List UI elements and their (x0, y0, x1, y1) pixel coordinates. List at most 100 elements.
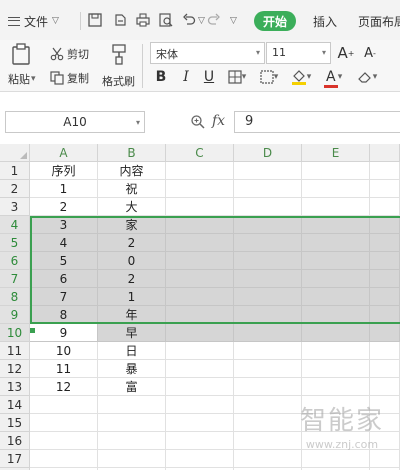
row-header-12[interactable]: 12 (0, 360, 30, 378)
cell-b6[interactable]: 0 (98, 252, 166, 270)
cell-b4[interactable]: 家 (98, 216, 166, 234)
column-header-b[interactable]: B (98, 144, 166, 162)
cell-f4[interactable] (370, 216, 400, 234)
cell-b1[interactable]: 内容 (98, 162, 166, 180)
tab-start[interactable]: 开始 (254, 11, 296, 31)
cell-e9[interactable] (302, 306, 370, 324)
cell-d5[interactable] (234, 234, 302, 252)
row-header-5[interactable]: 5 (0, 234, 30, 252)
font-color-button[interactable]: A ▾ (320, 67, 346, 88)
cell-c7[interactable] (166, 270, 234, 288)
font-name-select[interactable]: 宋体 ▾ (150, 42, 265, 64)
underline-button[interactable]: U (201, 67, 217, 87)
cell-a2[interactable]: 1 (30, 180, 98, 198)
zoom-icon[interactable] (190, 114, 206, 130)
cell-c4[interactable] (166, 216, 234, 234)
clear-format-button[interactable]: ▾ (354, 67, 380, 87)
fill-style-button[interactable]: ▾ (256, 67, 282, 87)
increase-font-size-button[interactable]: A + (338, 43, 355, 63)
row-header-13[interactable]: 13 (0, 378, 30, 396)
paste-button[interactable] (10, 43, 32, 65)
fill-handle[interactable] (30, 328, 35, 333)
row-header-4[interactable]: 4 (0, 216, 30, 234)
cell-b7[interactable]: 2 (98, 270, 166, 288)
cell-e11[interactable] (302, 342, 370, 360)
copy-button[interactable]: 复制 (50, 70, 89, 86)
fill-color-button[interactable]: ▾ (288, 67, 314, 87)
cell-b3[interactable]: 大 (98, 198, 166, 216)
cell-f13[interactable] (370, 378, 400, 396)
file-menu[interactable]: 文件 ▽ (8, 12, 59, 30)
row-header-3[interactable]: 3 (0, 198, 30, 216)
cell-f3[interactable] (370, 198, 400, 216)
tab-page-layout[interactable]: 页面布局 (358, 13, 400, 30)
cell-b14[interactable] (98, 396, 166, 414)
cell-f7[interactable] (370, 270, 400, 288)
borders-button[interactable]: ▾ (224, 67, 250, 87)
cell-f5[interactable] (370, 234, 400, 252)
cell-c11[interactable] (166, 342, 234, 360)
cell-d8[interactable] (234, 288, 302, 306)
cell-d2[interactable] (234, 180, 302, 198)
row-header-8[interactable]: 8 (0, 288, 30, 306)
row-header-7[interactable]: 7 (0, 270, 30, 288)
row-header-14[interactable]: 14 (0, 396, 30, 414)
cell-a12[interactable]: 11 (30, 360, 98, 378)
cell-f1[interactable] (370, 162, 400, 180)
cell-c9[interactable] (166, 306, 234, 324)
cell-f12[interactable] (370, 360, 400, 378)
column-header-partial[interactable] (370, 144, 400, 162)
cell-e8[interactable] (302, 288, 370, 306)
cell-e13[interactable] (302, 378, 370, 396)
cell-a6[interactable]: 5 (30, 252, 98, 270)
cell-d6[interactable] (234, 252, 302, 270)
row-header-6[interactable]: 6 (0, 252, 30, 270)
cell-d12[interactable] (234, 360, 302, 378)
column-header-c[interactable]: C (166, 144, 234, 162)
cell-d4[interactable] (234, 216, 302, 234)
cell-f8[interactable] (370, 288, 400, 306)
cell-b9[interactable]: 年 (98, 306, 166, 324)
cell-e5[interactable] (302, 234, 370, 252)
format-painter-button[interactable] (108, 43, 130, 65)
redo-dropdown-icon[interactable]: ▽ (230, 16, 237, 26)
cell-c17[interactable] (166, 450, 234, 468)
column-header-a[interactable]: A (30, 144, 98, 162)
cell-c12[interactable] (166, 360, 234, 378)
cell-c14[interactable] (166, 396, 234, 414)
export-icon[interactable] (112, 12, 128, 28)
cell-c2[interactable] (166, 180, 234, 198)
name-box[interactable]: A10 ▾ (5, 111, 145, 133)
cell-a4[interactable]: 3 (30, 216, 98, 234)
undo-dropdown-icon[interactable]: ▽ (198, 16, 205, 26)
cell-a15[interactable] (30, 414, 98, 432)
cell-b15[interactable] (98, 414, 166, 432)
cell-b16[interactable] (98, 432, 166, 450)
cell-b8[interactable]: 1 (98, 288, 166, 306)
row-header-9[interactable]: 9 (0, 306, 30, 324)
cell-b11[interactable]: 日 (98, 342, 166, 360)
cell-e10[interactable] (302, 324, 370, 342)
row-header-2[interactable]: 2 (0, 180, 30, 198)
cell-a1[interactable]: 序列 (30, 162, 98, 180)
cell-d9[interactable] (234, 306, 302, 324)
cell-d10[interactable] (234, 324, 302, 342)
column-header-d[interactable]: D (234, 144, 302, 162)
cell-a17[interactable] (30, 450, 98, 468)
row-header-1[interactable]: 1 (0, 162, 30, 180)
print-preview-icon[interactable] (158, 12, 174, 28)
cell-c3[interactable] (166, 198, 234, 216)
font-size-select[interactable]: 11 ▾ (266, 42, 331, 64)
cell-b12[interactable]: 暴 (98, 360, 166, 378)
cell-a10[interactable]: 9 (30, 324, 98, 342)
cut-button[interactable]: 剪切 (50, 46, 89, 62)
cell-b10[interactable]: 早 (98, 324, 166, 342)
cell-c1[interactable] (166, 162, 234, 180)
cell-e1[interactable] (302, 162, 370, 180)
cell-f2[interactable] (370, 180, 400, 198)
cell-f10[interactable] (370, 324, 400, 342)
cell-a13[interactable]: 12 (30, 378, 98, 396)
tab-insert[interactable]: 插入 (313, 13, 337, 30)
cell-d7[interactable] (234, 270, 302, 288)
cell-c13[interactable] (166, 378, 234, 396)
